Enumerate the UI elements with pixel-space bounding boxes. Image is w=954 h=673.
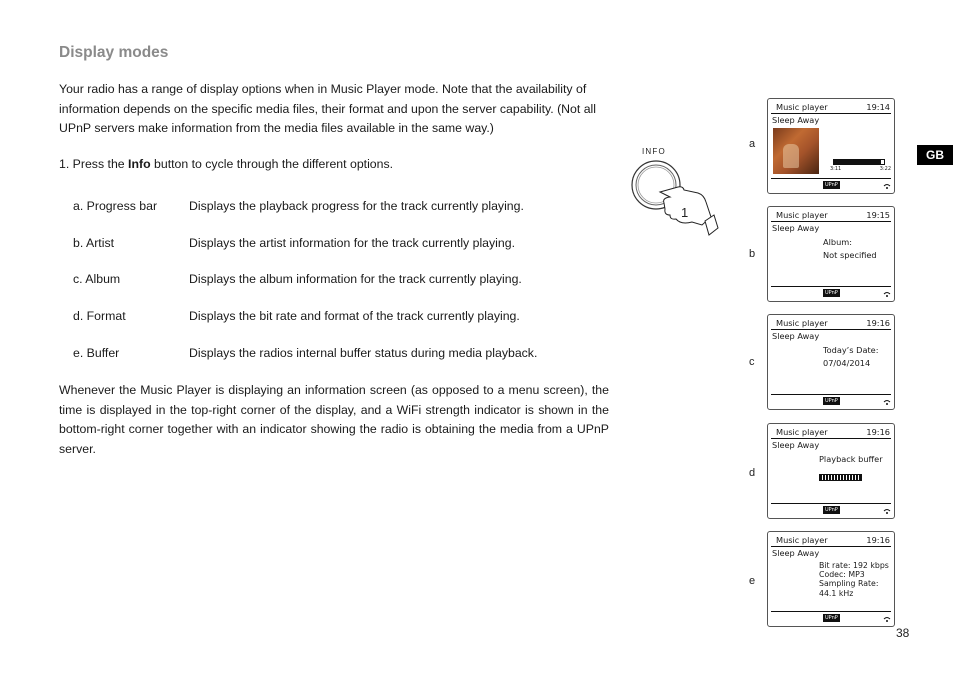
info-text: Album: Not specified <box>823 236 877 261</box>
outro-paragraph: Whenever the Music Player is displaying … <box>59 383 609 456</box>
screen-letter: a <box>749 138 756 150</box>
option-label: d. Format <box>73 309 126 323</box>
screen-time: 19:15 <box>866 210 890 220</box>
track-name: Sleep Away <box>772 548 820 558</box>
buffer-label: Playback buffer <box>819 454 883 464</box>
screen-title: Music player <box>776 102 828 112</box>
upnp-badge: UPnP <box>823 614 840 622</box>
divider <box>771 178 891 179</box>
info-button-press-illustration: 1 <box>631 160 719 236</box>
wifi-icon <box>883 400 891 405</box>
divider <box>771 329 891 330</box>
info-line: Album: <box>823 237 852 247</box>
upnp-badge: UPnP <box>823 397 840 405</box>
upnp-badge: UPnP <box>823 181 840 189</box>
option-label: a. Progress bar <box>73 199 158 213</box>
wifi-icon <box>883 292 891 297</box>
wifi-icon <box>883 509 891 514</box>
language-tab: GB <box>917 145 953 165</box>
info-line: 44.1 kHz <box>819 588 854 598</box>
screen-time: 19:16 <box>866 318 890 328</box>
track-name: Sleep Away <box>772 223 820 233</box>
screen-time: 19:16 <box>866 427 890 437</box>
info-text: Bit rate: 192 kbps Codec: MP3 Sampling R… <box>819 561 889 598</box>
screen-title: Music player <box>776 427 828 437</box>
lcd-screen-album: Music player 19:15 Sleep Away Album: Not … <box>767 206 895 302</box>
info-line: Not specified <box>823 249 877 260</box>
screen-letter: c <box>749 356 755 368</box>
info-line: Codec: MP3 <box>819 570 865 580</box>
divider <box>771 438 891 439</box>
divider <box>771 113 891 114</box>
info-button-name: Info <box>128 157 151 171</box>
lcd-screen-date: Music player 19:16 Sleep Away Today’s Da… <box>767 314 895 410</box>
divider <box>771 394 891 395</box>
screen-title: Music player <box>776 318 828 328</box>
intro-paragraph: Your radio has a range of display option… <box>59 82 597 136</box>
info-line: Bit rate: 192 kbps <box>819 561 889 570</box>
elapsed-time: 3:11 <box>830 166 842 172</box>
upnp-badge: UPnP <box>823 289 840 297</box>
lcd-screen-buffer: Music player 19:16 Sleep Away Playback b… <box>767 423 895 519</box>
screen-title: Music player <box>776 535 828 545</box>
screen-letter: e <box>749 575 756 587</box>
option-description: Displays the artist information for the … <box>189 236 515 250</box>
info-line: Today’s Date: <box>823 345 879 355</box>
option-description: Displays the playback progress for the t… <box>189 199 524 213</box>
option-label: c. Album <box>73 272 121 286</box>
info-line: Sampling Rate: <box>819 579 879 589</box>
divider <box>771 221 891 222</box>
total-time: 3:22 <box>879 166 891 172</box>
screen-letter: b <box>749 248 756 260</box>
divider <box>771 611 891 612</box>
option-label: e. Buffer <box>73 346 120 360</box>
album-art <box>773 128 819 174</box>
divider <box>771 286 891 287</box>
wifi-icon <box>883 617 891 622</box>
option-label: b. Artist <box>73 236 115 250</box>
progress-fill <box>834 160 881 164</box>
step-suffix: button to cycle through the different op… <box>150 157 394 171</box>
option-description: Displays the bit rate and format of the … <box>189 309 520 323</box>
screen-time: 19:14 <box>866 102 890 112</box>
info-text: Today’s Date: 07/04/2014 <box>823 344 878 369</box>
screen-letter: d <box>749 467 756 479</box>
wifi-icon <box>883 184 891 189</box>
track-name: Sleep Away <box>772 440 820 450</box>
divider <box>771 503 891 504</box>
step-instruction: 1. Press the Info button to cycle throug… <box>59 157 393 171</box>
divider <box>771 546 891 547</box>
info-line: 07/04/2014 <box>823 357 871 368</box>
lcd-screen-progress: Music player 19:14 Sleep Away 3:11 3:22 … <box>767 98 895 194</box>
progress-bar <box>833 159 885 165</box>
track-name: Sleep Away <box>772 331 820 341</box>
section-heading: Display modes <box>59 44 169 61</box>
page-number: 38 <box>896 626 910 640</box>
lcd-screen-format: Music player 19:16 Sleep Away Bit rate: … <box>767 531 895 627</box>
screen-time: 19:16 <box>866 535 890 545</box>
step-prefix: 1. Press the <box>59 157 129 171</box>
upnp-badge: UPnP <box>823 506 840 514</box>
track-name: Sleep Away <box>772 115 820 125</box>
option-description: Displays the radios internal buffer stat… <box>189 346 538 360</box>
finger-number: 1 <box>681 205 688 220</box>
option-description: Displays the album information for the t… <box>189 272 522 286</box>
buffer-indicator <box>819 474 862 481</box>
screen-title: Music player <box>776 210 828 220</box>
